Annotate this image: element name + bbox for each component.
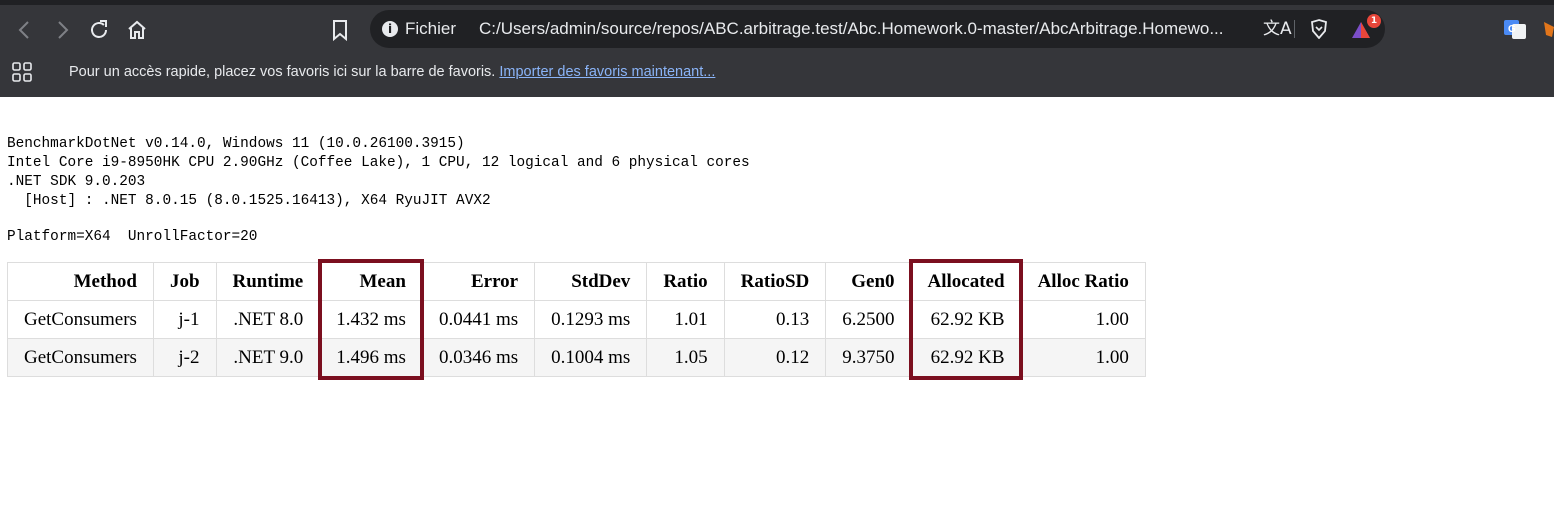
header-job: Job (152, 262, 217, 301)
header-stddev: StdDev (534, 262, 648, 301)
rewards-badge: 1 (1367, 14, 1381, 28)
apps-icon[interactable] (11, 61, 33, 83)
cell-ratiosd: 0.12 (723, 338, 827, 377)
cell-job: j-2 (152, 338, 217, 377)
header-alloc-ratio: Alloc Ratio (1020, 262, 1146, 301)
cell-mean: 1.432 ms (319, 300, 423, 339)
home-icon[interactable] (122, 16, 152, 44)
environment-info: BenchmarkDotNet v0.14.0, Windows 11 (10.… (7, 136, 750, 209)
cell-ratio: 1.01 (646, 300, 725, 339)
forward-icon[interactable] (47, 16, 77, 44)
header-ratiosd: RatioSD (723, 262, 827, 301)
header-gen0: Gen0 (825, 262, 912, 301)
table-row: GetConsumers j-1 .NET 8.0 1.432 ms 0.044… (7, 300, 1146, 339)
brave-shields-icon[interactable] (1310, 19, 1328, 39)
cell-method: GetConsumers (7, 338, 154, 377)
address-scheme-label[interactable]: Fichier (405, 19, 456, 39)
cell-method: GetConsumers (7, 300, 154, 339)
header-ratio: Ratio (646, 262, 725, 301)
translate-icon[interactable]: 文A (1263, 18, 1292, 40)
cell-job: j-1 (152, 300, 217, 339)
bookmarks-bar-text: Pour un accès rapide, placez vos favoris… (69, 64, 496, 80)
back-icon[interactable] (10, 16, 40, 44)
header-runtime: Runtime (215, 262, 321, 301)
reload-icon[interactable] (84, 16, 114, 44)
cell-gen0: 9.3750 (825, 338, 912, 377)
cell-mean: 1.496 ms (319, 338, 423, 377)
table-row: GetConsumers j-2 .NET 9.0 1.496 ms 0.034… (7, 338, 1146, 377)
svg-text:G: G (1508, 24, 1516, 35)
browser-toolbar: i Fichier C:/Users/admin/source/repos/AB… (0, 0, 1554, 97)
address-bar-divider (1294, 20, 1295, 38)
cell-stddev: 0.1004 ms (534, 338, 648, 377)
tab-strip-edge (0, 0, 1554, 5)
google-translate-extension-icon[interactable]: G (1504, 19, 1526, 39)
cell-alloc-ratio: 1.00 (1020, 338, 1146, 377)
cell-allocated: 62.92 KB (910, 300, 1022, 339)
header-mean: Mean (319, 262, 423, 301)
bookmarks-bar-message: Pour un accès rapide, placez vos favoris… (69, 64, 715, 80)
bookmark-icon[interactable] (325, 16, 355, 44)
header-error: Error (421, 262, 536, 301)
header-allocated: Allocated (910, 262, 1022, 301)
cell-stddev: 0.1293 ms (534, 300, 648, 339)
metamask-extension-icon[interactable] (1542, 19, 1554, 39)
cell-alloc-ratio: 1.00 (1020, 300, 1146, 339)
address-bar[interactable]: i Fichier C:/Users/admin/source/repos/AB… (370, 10, 1385, 48)
cell-ratio: 1.05 (646, 338, 725, 377)
address-url[interactable]: C:/Users/admin/source/repos/ABC.arbitrag… (479, 19, 1239, 39)
benchmark-results-table: Method Job Runtime Mean Error StdDev Rat… (7, 262, 1146, 377)
info-icon[interactable]: i (382, 21, 398, 37)
cell-allocated: 62.92 KB (910, 338, 1022, 377)
import-bookmarks-link[interactable]: Importer des favoris maintenant... (499, 64, 715, 80)
cell-error: 0.0441 ms (421, 300, 536, 339)
cell-gen0: 6.2500 (825, 300, 912, 339)
cell-error: 0.0346 ms (421, 338, 536, 377)
cell-runtime: .NET 8.0 (215, 300, 321, 339)
cell-ratiosd: 0.13 (723, 300, 827, 339)
cell-runtime: .NET 9.0 (215, 338, 321, 377)
header-method: Method (7, 262, 154, 301)
page-content: BenchmarkDotNet v0.14.0, Windows 11 (10.… (0, 97, 1554, 524)
table-header-row: Method Job Runtime Mean Error StdDev Rat… (7, 262, 1146, 301)
job-parameters: Platform=X64 UnrollFactor=20 (7, 229, 258, 245)
